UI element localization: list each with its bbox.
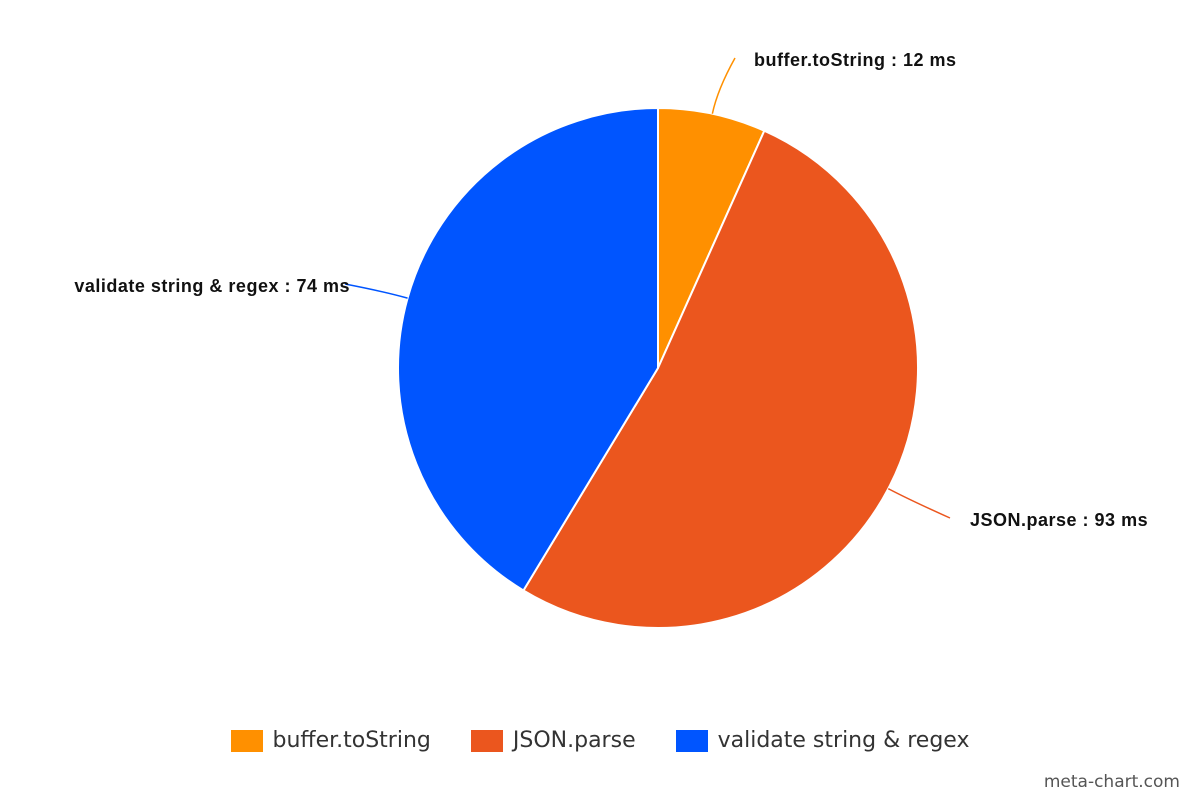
leader-line bbox=[344, 283, 408, 299]
legend-item-buffer-tostring[interactable]: buffer.toString bbox=[230, 728, 431, 753]
legend-label: validate string & regex bbox=[717, 728, 970, 753]
watermark: meta-chart.com bbox=[1043, 772, 1180, 792]
leader-line bbox=[711, 57, 736, 114]
pie-chart: buffer.toString : 12 ms JSON.parse : 93 m… bbox=[74, 50, 1148, 629]
slice-label: buffer.toString : 12 ms bbox=[754, 50, 957, 70]
legend-swatch-json-parse bbox=[470, 729, 503, 752]
legend-swatch-validate-string-regex bbox=[675, 729, 708, 752]
slice-label: JSON.parse : 93 ms bbox=[970, 510, 1148, 530]
legend-item-json-parse[interactable]: JSON.parse bbox=[470, 728, 636, 753]
legend: buffer.toString JSON.parse validate stri… bbox=[0, 728, 1200, 753]
legend-swatch-buffer-tostring bbox=[230, 729, 263, 752]
legend-item-validate-string-regex[interactable]: validate string & regex bbox=[675, 728, 970, 753]
legend-label: JSON.parse bbox=[512, 728, 636, 753]
legend-label: buffer.toString bbox=[272, 728, 431, 753]
leader-line bbox=[887, 488, 951, 519]
slice-label: validate string & regex : 74 ms bbox=[74, 276, 350, 296]
